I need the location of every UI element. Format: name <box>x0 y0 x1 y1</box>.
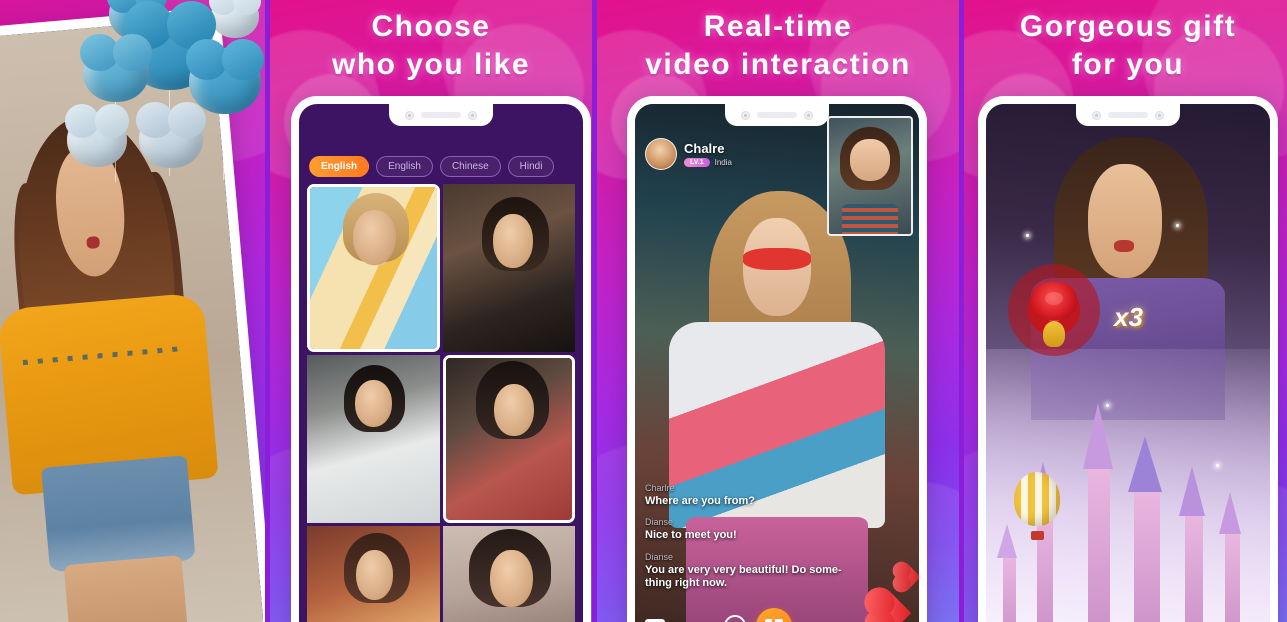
grid-cell-6[interactable] <box>442 526 575 622</box>
headline-line-2: who you like <box>331 48 531 82</box>
phone-screen-3: Chalre LV.1 India Charlre Where are you … <box>635 104 919 622</box>
panel3-headline: Real-time video interaction <box>597 8 959 85</box>
hot-air-balloon-icon <box>1014 472 1060 540</box>
camera-icon <box>405 110 414 120</box>
gallery-panel-4[interactable]: Gorgeous gift for you x3 <box>964 0 1287 622</box>
chip-english[interactable]: English <box>376 156 433 177</box>
heart-balloon-icon <box>186 38 264 114</box>
speaker-slot <box>1108 112 1148 118</box>
phone-frame-2: English English Chinese Hindi <box>291 96 591 622</box>
headline-line-2: for you <box>1071 48 1185 82</box>
panel2-headline: Choose who you like <box>270 8 592 85</box>
panel4-headline: Gorgeous gift for you <box>964 8 1287 85</box>
chip-english-selected[interactable]: English <box>309 156 370 177</box>
broadcaster-badges: LV.1 India <box>684 158 732 167</box>
speaker-slot <box>421 112 461 118</box>
phone-notch <box>725 104 829 126</box>
gallery-panel-1[interactable] <box>0 0 265 622</box>
chat-text: You are very very beautiful! Do some-thi… <box>645 563 842 590</box>
chat-author: Charlre <box>645 482 675 493</box>
grid-cell-2[interactable] <box>442 184 575 352</box>
phone-frame-4: x3 <box>978 96 1278 622</box>
headline-line-2: video interaction <box>645 48 911 82</box>
emoji-icon[interactable] <box>723 615 746 622</box>
camera-icon <box>1155 110 1164 120</box>
chat-text: Nice to meet you! <box>645 529 737 542</box>
chip-chinese[interactable]: Chinese <box>439 156 501 177</box>
chat-text: Where are you from? <box>645 494 756 507</box>
broadcaster-name: Chalre <box>684 141 725 156</box>
grid-cell-5[interactable] <box>307 526 440 622</box>
screenshot-gallery: Choose who you like English English Chin… <box>0 0 1287 622</box>
chat-input[interactable]: Enter text <box>645 618 714 622</box>
camera-icon <box>1092 110 1101 120</box>
gift-multiplier: x3 <box>1114 302 1143 332</box>
chat-message: Dianse You are very very beautiful! Do s… <box>645 552 849 591</box>
heart-balloon-icon <box>136 101 206 168</box>
camera-icon <box>741 110 750 120</box>
heart-balloon-icon <box>80 33 152 102</box>
grid-cell-4[interactable] <box>442 355 575 523</box>
gallery-panel-3[interactable]: Real-time video interaction Chalre LV.1 … <box>597 0 959 622</box>
live-chat-messages: Charlre Where are you from? Dianse Nice … <box>645 483 849 601</box>
grid-cell-1[interactable] <box>307 184 440 352</box>
camera-icon <box>468 110 477 120</box>
phone-screen-2: English English Chinese Hindi <box>299 104 583 622</box>
chat-message: Charlre Where are you from? <box>645 483 849 509</box>
self-video-preview[interactable] <box>827 116 913 236</box>
gallery-panel-2[interactable]: Choose who you like English English Chin… <box>270 0 592 622</box>
grid-cell-3[interactable] <box>307 355 440 523</box>
live-bottom-bar[interactable]: Enter text <box>635 604 919 622</box>
chat-icon <box>645 618 665 622</box>
phone-notch <box>1076 104 1180 126</box>
broadcaster-profile-chip[interactable]: Chalre LV.1 India <box>645 138 732 170</box>
profile-photo-grid[interactable] <box>307 184 575 622</box>
phone-frame-3: Chalre LV.1 India Charlre Where are you … <box>627 96 927 622</box>
gift-icon[interactable] <box>755 608 792 622</box>
heart-balloons-decoration <box>61 0 265 196</box>
headline-line-1: Gorgeous gift <box>1019 10 1237 43</box>
avatar[interactable] <box>645 138 677 170</box>
chat-message: Dianse Nice to meet you! <box>645 517 849 543</box>
speaker-slot <box>757 112 797 118</box>
headline-line-1: Real-time <box>703 10 853 43</box>
headline-line-1: Choose <box>371 10 491 43</box>
rose-bouquet-gift-icon <box>1008 264 1100 356</box>
chat-author: Dianse <box>645 517 674 528</box>
phone-notch <box>389 104 493 126</box>
location-label: India <box>714 158 732 167</box>
camera-icon <box>804 110 813 120</box>
heart-balloon-icon <box>209 0 261 38</box>
chat-author: Dianse <box>645 551 674 562</box>
heart-balloon-icon <box>64 104 130 167</box>
language-filter-chips[interactable]: English English Chinese Hindi <box>299 156 583 177</box>
level-badge: LV.1 <box>684 158 710 167</box>
chip-hindi[interactable]: Hindi <box>507 156 555 177</box>
phone-screen-4: x3 <box>986 104 1270 622</box>
